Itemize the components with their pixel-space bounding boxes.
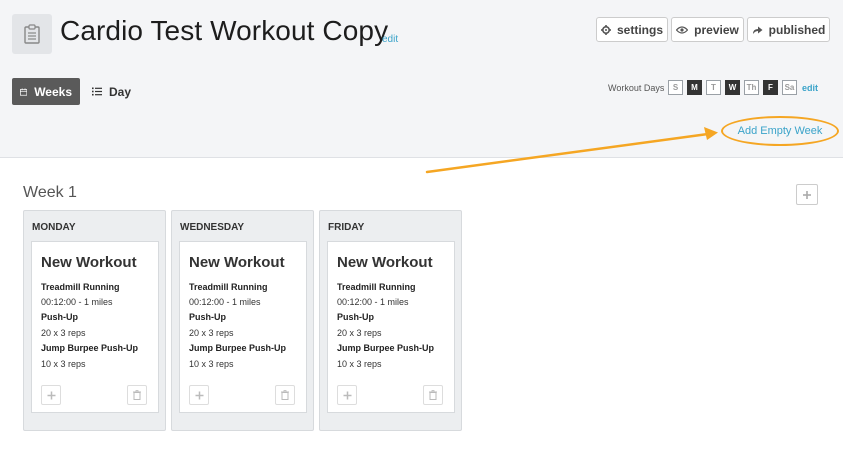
delete-workout-button[interactable]: [127, 385, 147, 405]
delete-workout-button[interactable]: [423, 385, 443, 405]
workout-card[interactable]: New Workout Treadmill Running 00:12:00 -…: [327, 241, 455, 413]
week-title: Week 1: [23, 184, 77, 201]
exercise-name: Jump Burpee Push-Up: [189, 343, 287, 353]
day-column-wednesday: WEDNESDAY New Workout Treadmill Running …: [171, 210, 314, 431]
exercise-detail: 10 x 3 reps: [189, 359, 234, 369]
exercise-detail: 00:12:00 - 1 miles: [189, 297, 261, 307]
workout-title: New Workout: [189, 254, 285, 271]
page-header: Cardio Test Workout Copy edit settings p…: [0, 0, 843, 158]
gear-icon: [600, 24, 611, 35]
workout-title: New Workout: [337, 254, 433, 271]
add-exercise-button[interactable]: [41, 385, 61, 405]
published-label: published: [768, 22, 826, 37]
clipboard-icon: [12, 14, 52, 54]
exercise-detail: 00:12:00 - 1 miles: [337, 297, 409, 307]
add-empty-week-link[interactable]: Add Empty Week: [721, 116, 839, 146]
day-column-monday: MONDAY New Workout Treadmill Running 00:…: [23, 210, 166, 431]
workout-days-edit-link[interactable]: edit: [802, 83, 818, 93]
workout-title: New Workout: [41, 254, 137, 271]
published-button[interactable]: published: [747, 17, 830, 42]
exercise-name: Treadmill Running: [337, 282, 416, 292]
eye-icon: [676, 25, 689, 34]
delete-workout-button[interactable]: [275, 385, 295, 405]
exercise-name: Push-Up: [41, 312, 78, 322]
exercise-detail: 00:12:00 - 1 miles: [41, 297, 113, 307]
exercise-name: Push-Up: [189, 312, 226, 322]
view-weeks-label: Weeks: [34, 84, 72, 99]
calendar-icon: [20, 87, 28, 96]
workout-day-saturday[interactable]: Sa: [782, 80, 797, 95]
plus-icon: [47, 391, 55, 399]
view-weeks-button[interactable]: Weeks: [12, 78, 80, 105]
add-exercise-button[interactable]: [189, 385, 209, 405]
trash-icon: [281, 390, 289, 400]
exercise-name: Jump Burpee Push-Up: [337, 343, 435, 353]
add-exercise-button[interactable]: [337, 385, 357, 405]
exercise-name: Treadmill Running: [189, 282, 268, 292]
workout-day-thursday[interactable]: Th: [744, 80, 759, 95]
workout-card[interactable]: New Workout Treadmill Running 00:12:00 -…: [179, 241, 307, 413]
exercise-detail: 20 x 3 reps: [337, 328, 382, 338]
view-day-label: Day: [109, 84, 132, 99]
workout-day-wednesday[interactable]: W: [725, 80, 740, 95]
view-day-button[interactable]: Day: [84, 78, 144, 105]
trash-icon: [429, 390, 437, 400]
day-name: WEDNESDAY: [180, 222, 245, 233]
page-title: Cardio Test Workout Copy: [60, 15, 389, 46]
preview-button[interactable]: preview: [671, 17, 744, 42]
exercise-detail: 20 x 3 reps: [41, 328, 86, 338]
plus-icon: [343, 391, 351, 399]
title-edit-link[interactable]: edit: [382, 34, 398, 45]
exercise-name: Push-Up: [337, 312, 374, 322]
exercise-detail: 10 x 3 reps: [337, 359, 382, 369]
list-icon: [92, 87, 102, 96]
workout-day-monday[interactable]: M: [687, 80, 702, 95]
plus-icon: [195, 391, 203, 399]
exercise-detail: 20 x 3 reps: [189, 328, 234, 338]
exercise-name: Jump Burpee Push-Up: [41, 343, 139, 353]
add-week-item-button[interactable]: [796, 184, 818, 205]
plus-icon: [803, 190, 811, 199]
workout-days-label: Workout Days: [608, 83, 665, 93]
workout-day-friday[interactable]: F: [763, 80, 778, 95]
settings-button[interactable]: settings: [596, 17, 668, 42]
exercise-name: Treadmill Running: [41, 282, 120, 292]
preview-label: preview: [694, 22, 739, 37]
workout-day-sunday[interactable]: S: [668, 80, 683, 95]
day-name: FRIDAY: [328, 222, 365, 233]
settings-label: settings: [616, 22, 663, 37]
workout-card[interactable]: New Workout Treadmill Running 00:12:00 -…: [31, 241, 159, 413]
trash-icon: [133, 390, 141, 400]
share-arrow-icon: [752, 26, 763, 34]
day-column-friday: FRIDAY New Workout Treadmill Running 00:…: [319, 210, 462, 431]
day-name: MONDAY: [32, 222, 76, 233]
exercise-detail: 10 x 3 reps: [41, 359, 86, 369]
workout-day-tuesday[interactable]: T: [706, 80, 721, 95]
